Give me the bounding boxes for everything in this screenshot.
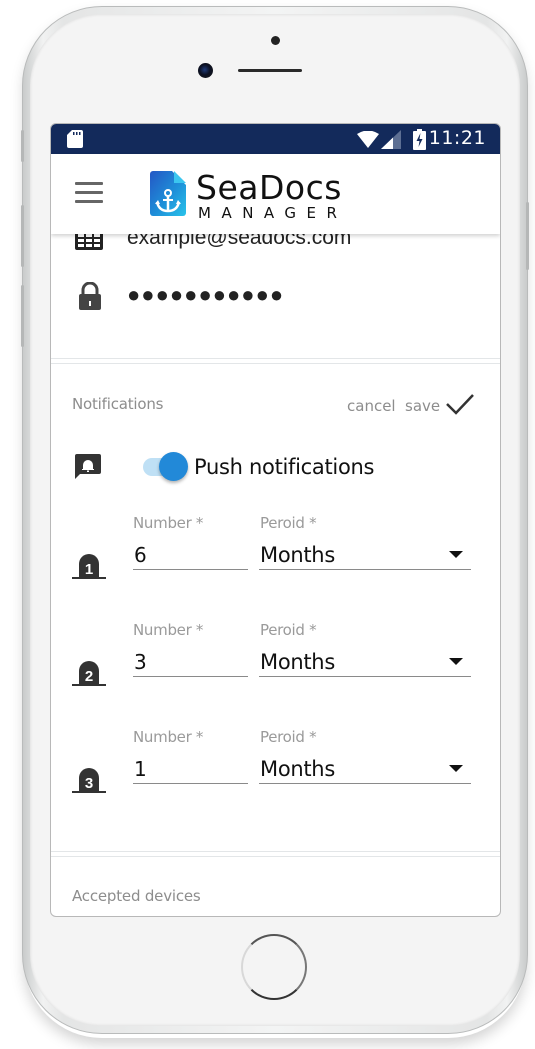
password-value: ●●●●●●●●●●● — [127, 282, 285, 307]
toggle-thumb — [159, 452, 188, 481]
notifications-section-title: Notifications — [72, 395, 164, 413]
app-logo-title: SeaDocs — [196, 168, 342, 207]
home-button[interactable] — [241, 934, 307, 1000]
save-button[interactable]: save — [405, 397, 440, 415]
sd-card-icon — [67, 130, 83, 148]
number-value: 1 — [134, 757, 147, 781]
seadocs-logo-icon — [150, 171, 186, 216]
svg-text:1: 1 — [85, 561, 93, 578]
section-divider — [51, 856, 500, 857]
phone-screen: 11:21 SeaDocs MANAGER example@seadocs.co… — [50, 123, 501, 917]
volume-down-button — [21, 285, 24, 347]
period-value: Months — [260, 650, 335, 674]
number-value: 3 — [134, 650, 147, 674]
push-notifications-label: Push notifications — [194, 455, 375, 479]
svg-text:2: 2 — [85, 668, 93, 685]
status-clock: 11:21 — [428, 127, 486, 149]
cell-signal-icon — [381, 130, 401, 149]
reminder-row: 3 Number * Peroid * 1 Months — [51, 728, 500, 808]
period-label: Peroid * — [260, 514, 317, 532]
save-check-icon[interactable] — [445, 392, 475, 416]
status-bar: 11:21 — [51, 124, 500, 154]
cancel-button[interactable]: cancel — [347, 397, 396, 415]
reminder-3-alarm-icon: 3 — [72, 768, 106, 793]
mute-switch — [21, 130, 24, 162]
reminder-1-number-input[interactable]: 6 — [133, 540, 248, 570]
reminder-1-alarm-icon: 1 — [72, 554, 106, 579]
accepted-devices-section-title: Accepted devices — [72, 887, 201, 905]
svg-text:3: 3 — [85, 775, 93, 792]
notification-bell-icon — [75, 454, 101, 479]
reminder-1-period-select[interactable]: Months — [259, 540, 471, 570]
wifi-icon — [357, 131, 379, 148]
period-label: Peroid * — [260, 621, 317, 639]
proximity-sensor — [271, 36, 280, 45]
reminder-row: 1 Number * Peroid * 6 Months — [51, 514, 500, 594]
lock-icon — [79, 282, 101, 310]
number-value: 6 — [134, 543, 147, 567]
push-notifications-toggle[interactable] — [143, 450, 191, 481]
period-label: Peroid * — [260, 728, 317, 746]
section-divider — [51, 363, 500, 364]
period-value: Months — [260, 543, 335, 567]
reminder-2-alarm-icon: 2 — [72, 661, 106, 686]
dropdown-arrow-icon — [449, 658, 463, 665]
reminder-3-number-input[interactable]: 1 — [133, 754, 248, 784]
period-value: Months — [260, 757, 335, 781]
number-label: Number * — [133, 514, 204, 532]
front-camera — [198, 63, 213, 78]
reminder-2-number-input[interactable]: 3 — [133, 647, 248, 677]
section-divider — [51, 851, 500, 852]
dropdown-arrow-icon — [449, 551, 463, 558]
reminder-2-period-select[interactable]: Months — [259, 647, 471, 677]
section-divider — [51, 358, 500, 359]
reminder-3-period-select[interactable]: Months — [259, 754, 471, 784]
dropdown-arrow-icon — [449, 765, 463, 772]
number-label: Number * — [133, 621, 204, 639]
app-bar: SeaDocs MANAGER — [51, 154, 500, 234]
hamburger-menu-icon[interactable] — [75, 182, 103, 204]
number-label: Number * — [133, 728, 204, 746]
volume-up-button — [21, 205, 24, 267]
earpiece-speaker — [238, 69, 302, 72]
power-button — [526, 202, 529, 270]
reminder-row: 2 Number * Peroid * 3 Months — [51, 621, 500, 701]
battery-charging-icon — [413, 129, 426, 150]
app-logo-subtitle: MANAGER — [198, 204, 348, 222]
